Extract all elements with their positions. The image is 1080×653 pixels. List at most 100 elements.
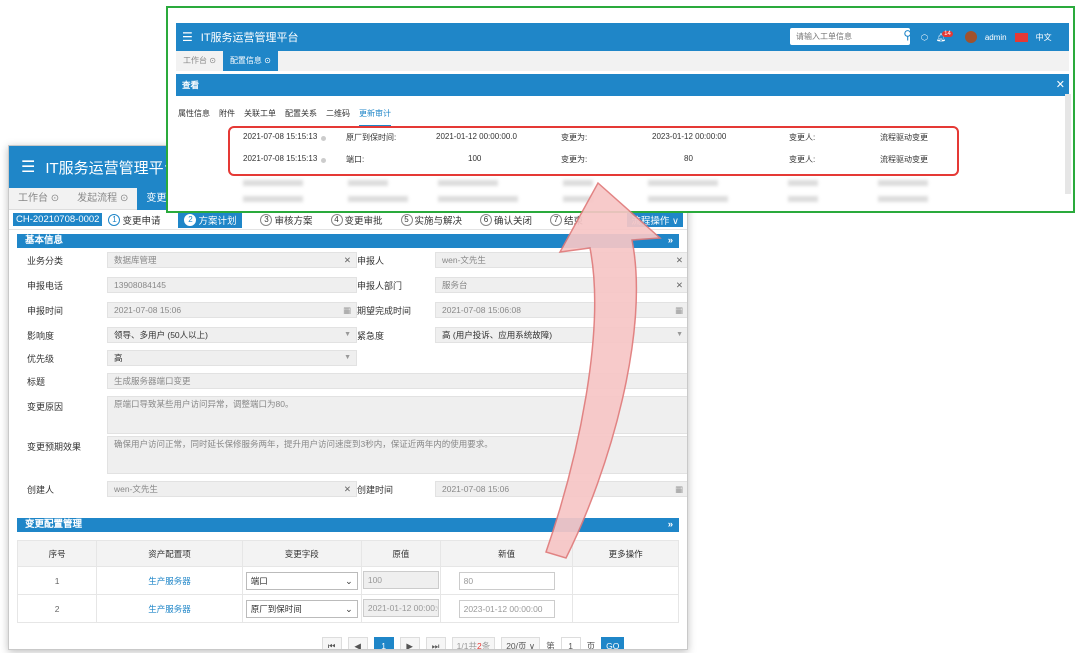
front-app-title: IT服务运营管理平台 — [200, 32, 299, 44]
col-header: 新值 — [439, 540, 574, 567]
requester-field[interactable]: wen-文先生 ✕ — [435, 252, 687, 268]
blurred-text — [348, 180, 388, 186]
last-page-icon[interactable]: ⏭ — [425, 637, 446, 649]
goto-page-input[interactable]: 1 — [560, 637, 581, 649]
page-1-button[interactable]: 1 — [373, 637, 394, 649]
chevron-down-icon: ⌄ — [345, 603, 353, 614]
label-impact: 影响度 — [27, 331, 55, 341]
field-select[interactable]: 端口 ⌄ — [245, 571, 358, 590]
tab-workbench[interactable]: 工作台 ⊙ — [9, 188, 68, 210]
tab-config-info[interactable]: 配置信息 ⊙ — [222, 51, 278, 71]
expand-icon[interactable]: » — [668, 234, 673, 248]
report-time-field[interactable]: 2021-07-08 15:06 ▦ — [107, 302, 357, 318]
clear-icon[interactable]: ✕ — [344, 253, 351, 267]
field-select[interactable]: 原厂到保时间 ⌄ — [245, 599, 358, 618]
col-header: 资产配置项 — [96, 540, 243, 567]
language-label[interactable]: 中文 — [1036, 32, 1052, 43]
created-time-field[interactable]: 2021-07-08 15:06 ▦ — [435, 481, 687, 497]
table-row: 2 生产服务器 原厂到保时间⌄ 2021-01-12 00:00:00 2023… — [16, 594, 679, 623]
tab-qrcode[interactable]: 二维码 — [326, 108, 350, 127]
flag-icon[interactable] — [1014, 32, 1028, 42]
asset-link[interactable]: 生产服务器 — [96, 566, 243, 595]
col-header: 原值 — [360, 540, 442, 567]
go-button[interactable]: GO — [601, 637, 625, 649]
cube-icon[interactable]: ⬡ — [921, 33, 928, 42]
calendar-icon[interactable]: ▦ — [343, 303, 351, 317]
blurred-text — [648, 180, 718, 186]
label-urgency: 紧急度 — [357, 331, 385, 341]
basic-info-form: 业务分类 数据库管理 ✕ 申报人 wen-文先生 ✕ 申报电话 1390808414… — [17, 248, 687, 514]
prev-page-icon[interactable]: ◀ — [347, 637, 368, 649]
step-6[interactable]: 6 确认关闭 — [480, 213, 532, 227]
notification-badge: 14 — [942, 30, 953, 37]
label-report-time: 申报时间 — [27, 306, 64, 316]
step-4[interactable]: 4 变更审批 — [330, 213, 383, 227]
tab-related-tickets[interactable]: 关联工单 — [244, 108, 276, 127]
user-name[interactable]: admin — [985, 33, 1007, 42]
config-info-window: ☰ IT服务运营管理平台 请输入工单信息 ⚲ ⬡ 🔔︎14 admin 中文 工… — [166, 6, 1075, 213]
avatar[interactable] — [964, 31, 977, 43]
config-table-wrap: 序号 资产配置项 变更字段 原值 新值 更多操作 1 生产服务器 端口 ⌄ 100… — [16, 540, 679, 650]
pagination: ⏮ ◀ 1 ▶ ⏭ 1/1共2条 20/页 ∨ 第 1 页 GO — [17, 637, 679, 650]
hamburger-menu-icon[interactable]: ☰ — [21, 157, 35, 177]
phone-field[interactable]: 13908084145 — [107, 277, 357, 293]
step-3[interactable]: 3 审核方案 — [260, 213, 313, 227]
tab-workbench[interactable]: 工作台 ⊙ — [176, 51, 223, 71]
tab-attachments[interactable]: 附件 — [219, 108, 235, 127]
new-value-input[interactable]: 80 — [458, 571, 555, 590]
category-field[interactable]: 数据库管理 ✕ — [107, 252, 357, 268]
expected-time-field[interactable]: 2021-07-08 15:06:08 ▦ — [435, 302, 687, 318]
original-value-field: 2021-01-12 00:00:00 — [362, 598, 439, 617]
clear-icon[interactable]: ✕ — [676, 253, 683, 267]
flow-operation-button[interactable]: 流程操作 ∨ — [627, 213, 683, 227]
first-page-icon[interactable]: ⏮ — [321, 637, 342, 649]
creator-field[interactable]: wen-文先生 ✕ — [107, 481, 357, 497]
blurred-text — [788, 180, 818, 186]
urgency-select[interactable]: 高 (用户投诉、应用系统故障) ▼ — [435, 327, 687, 343]
expand-icon[interactable]: » — [668, 518, 673, 532]
label-category: 业务分类 — [27, 256, 64, 266]
search-icon[interactable]: ⚲ — [903, 27, 912, 44]
blurred-text — [878, 180, 928, 186]
search-input[interactable]: 请输入工单信息 ⚲ — [790, 27, 912, 45]
reason-textarea[interactable]: 原端口导致某些用户访问异常，调整端口为80。 — [107, 396, 687, 434]
label-creator: 创建人 — [27, 485, 55, 495]
priority-select[interactable]: 高 ▼ — [107, 350, 357, 366]
next-page-icon[interactable]: ▶ — [399, 637, 420, 649]
tab-update-audit[interactable]: 更新审计 — [359, 108, 391, 127]
blurred-text — [348, 196, 408, 202]
new-value-input[interactable]: 2023-01-12 00:00:00 — [458, 599, 555, 618]
dropdown-arrow-icon[interactable]: ▼ — [344, 351, 351, 365]
tab-attributes[interactable]: 属性信息 — [178, 108, 210, 127]
clear-icon[interactable]: ✕ — [344, 482, 351, 496]
effect-textarea[interactable]: 确保用户访问正常，同时延长保修服务两年，提升用户访问速度到3秒内，保证近两年内的… — [107, 436, 687, 474]
clear-icon[interactable]: ✕ — [676, 278, 683, 292]
step-5[interactable]: 5 实施与解决 — [400, 213, 462, 227]
hamburger-menu-icon[interactable]: ☰ — [182, 30, 193, 44]
step-1[interactable]: 1 变更申请 — [108, 213, 160, 227]
tab-config-relations[interactable]: 配置关系 — [285, 108, 317, 127]
tab-start-flow[interactable]: 发起流程 ⊙ — [68, 188, 137, 210]
asset-link[interactable]: 生产服务器 — [96, 594, 243, 623]
blurred-text — [438, 180, 498, 186]
step-7[interactable]: 7 结束 — [550, 213, 583, 227]
basic-info-header: 基本信息 » — [17, 234, 679, 248]
goto-label: 第 — [546, 641, 555, 650]
scrollbar[interactable] — [1065, 94, 1071, 194]
dropdown-arrow-icon[interactable]: ▼ — [676, 328, 683, 342]
front-top-bar: ☰ IT服务运营管理平台 请输入工单信息 ⚲ ⬡ 🔔︎14 admin 中文 — [176, 23, 1069, 51]
subject-field[interactable]: 生成服务器端口变更 — [107, 373, 687, 389]
chevron-down-icon: ⌄ — [345, 575, 353, 586]
bell-icon[interactable]: 🔔︎14 — [936, 30, 957, 42]
label-effect: 变更预期效果 — [27, 442, 82, 452]
dropdown-arrow-icon[interactable]: ▼ — [344, 328, 351, 342]
calendar-icon[interactable]: ▦ — [675, 303, 683, 317]
dept-field[interactable]: 服务台 ✕ — [435, 277, 687, 293]
step-2[interactable]: 2 方案计划 — [178, 211, 243, 228]
highlight-box — [228, 126, 959, 176]
impact-select[interactable]: 领导、多用户 (50人以上) ▼ — [107, 327, 357, 343]
page-size-select[interactable]: 20/页 ∨ — [501, 637, 541, 649]
close-icon[interactable]: ✕ — [1056, 74, 1065, 96]
calendar-icon[interactable]: ▦ — [675, 482, 683, 496]
blurred-text — [878, 196, 928, 202]
